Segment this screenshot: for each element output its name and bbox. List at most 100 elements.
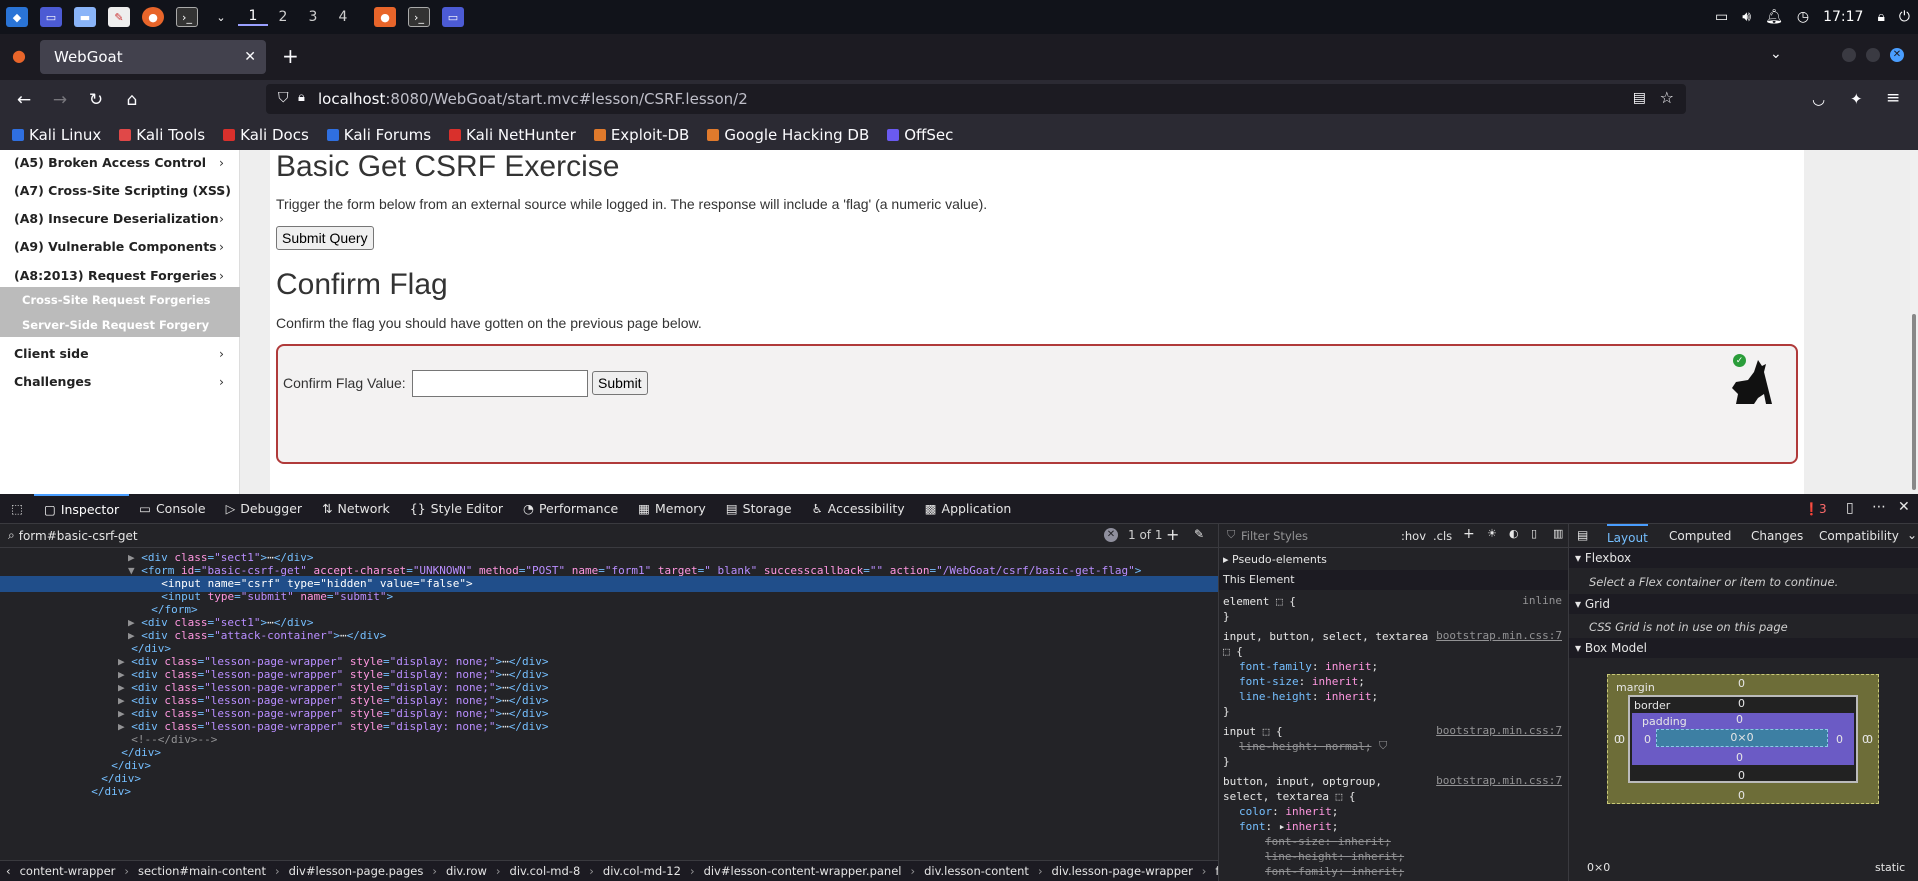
box-model-padding[interactable]: padding 0 0 0 0 0×0 — [1632, 713, 1854, 765]
tab-performance[interactable]: ◔ Performance — [513, 494, 628, 524]
url-bar[interactable]: ⛉ 🔒︎ localhost:8080/WebGoat/start.mvc#le… — [266, 84, 1686, 114]
power-icon[interactable]: ⏻ — [1899, 9, 1910, 25]
pick-element-icon[interactable]: ⬚ — [0, 494, 34, 524]
bookmark-item[interactable]: Kali Tools — [119, 126, 205, 144]
bookmark-item[interactable]: OffSec — [887, 126, 953, 144]
breadcrumb-item[interactable]: div.col-md-12 — [594, 864, 690, 878]
flag-value-input[interactable] — [412, 370, 588, 397]
menu-client-side[interactable]: Client side › — [0, 339, 240, 367]
firefox-view-icon[interactable]: ● — [12, 46, 26, 65]
list-tabs-icon[interactable]: ⌄ — [1770, 46, 1782, 62]
more-options-icon[interactable]: ⋯ — [1872, 499, 1886, 515]
close-tab-icon[interactable]: ✕ — [244, 49, 256, 65]
tab-storage[interactable]: ▤ Storage — [716, 494, 802, 524]
eyedropper-icon[interactable]: ✎ — [1194, 527, 1204, 541]
rule3-prop1[interactable]: color: inherit; — [1239, 804, 1338, 819]
minimize-icon[interactable] — [1842, 48, 1856, 62]
tab-changes[interactable]: Changes — [1751, 529, 1803, 543]
tab-network[interactable]: ⇅ Network — [312, 494, 400, 524]
bookmark-star-icon[interactable]: ☆ — [1660, 88, 1674, 107]
dock-icon[interactable]: ▯ — [1846, 500, 1854, 516]
workspace-3[interactable]: 3 — [298, 9, 328, 25]
tab-debugger[interactable]: ▷ Debugger — [216, 494, 313, 524]
rule1-prop1[interactable]: font-family: inherit; — [1239, 659, 1378, 674]
tab-computed[interactable]: Computed — [1669, 529, 1731, 543]
menu-a8[interactable]: (A8) Insecure Deserialization › — [0, 204, 240, 232]
workspace-1[interactable]: 1 — [238, 8, 268, 26]
text-editor-icon[interactable]: ✎ — [108, 7, 130, 27]
bookmark-item[interactable]: Kali NetHunter — [449, 126, 576, 144]
reload-icon[interactable]: ↻ — [78, 90, 114, 110]
box-model-content[interactable]: 0×0 — [1656, 729, 1828, 747]
reader-mode-icon[interactable]: ▤ — [1633, 90, 1646, 106]
desktop-icon[interactable]: ▭ — [40, 7, 62, 27]
rule1-source[interactable]: bootstrap.min.css:7 — [1436, 629, 1562, 642]
tab-layout[interactable]: Layout — [1607, 524, 1648, 548]
rule1-selector[interactable]: input, button, select, textarea — [1223, 629, 1428, 644]
hov-toggle[interactable]: :hov — [1401, 529, 1426, 543]
pseudo-elements-toggle[interactable]: ▸ Pseudo-elements — [1223, 552, 1327, 567]
display-icon[interactable]: ▭ — [1715, 9, 1728, 25]
submenu-csrf[interactable]: Cross-Site Request Forgeries — [0, 287, 240, 312]
rule3-selector-1[interactable]: button, input, optgroup, — [1223, 774, 1382, 789]
box-model-header[interactable]: ▾ Box Model — [1569, 638, 1918, 658]
breadcrumb-item[interactable]: div#lesson-content-wrapper.panel — [695, 864, 911, 878]
menu-a5[interactable]: (A5) Broken Access Control › — [0, 150, 240, 174]
file-manager-icon[interactable]: ▬ — [74, 7, 96, 27]
menu-a9[interactable]: (A9) Vulnerable Components › — [0, 232, 240, 260]
flexbox-header[interactable]: ▾ Flexbox — [1569, 548, 1918, 568]
breadcrumb-item[interactable]: content-wrapper — [11, 864, 125, 878]
add-node-icon[interactable]: + — [1166, 525, 1179, 544]
clear-search-icon[interactable]: ✕ — [1104, 528, 1118, 542]
tab-style-editor[interactable]: {} Style Editor — [400, 494, 513, 524]
maximize-icon[interactable] — [1866, 48, 1880, 62]
rule3-prop2[interactable]: font: ▸inherit; — [1239, 819, 1338, 834]
toggle-pane-icon[interactable]: ▤ — [1577, 528, 1588, 542]
hamburger-menu-icon[interactable]: ≡ — [1886, 88, 1900, 108]
lock-icon[interactable]: 🔒︎ — [1877, 9, 1884, 25]
cls-toggle[interactable]: .cls — [1433, 529, 1452, 543]
filter-styles-input[interactable]: Filter Styles — [1241, 529, 1308, 543]
chevron-down-icon[interactable]: ⌄ — [1907, 528, 1917, 542]
chevron-down-icon[interactable]: ⌄ — [210, 7, 232, 27]
notification-bell-icon[interactable]: 🔔︎ — [1765, 9, 1783, 25]
tab-webgoat[interactable]: WebGoat ✕ — [40, 40, 266, 74]
site-info-icon[interactable]: 🔒︎ — [298, 90, 305, 105]
tab-console[interactable]: ▭ Console — [129, 494, 215, 524]
tab-application[interactable]: ▩ Application — [915, 494, 1022, 524]
print-media-icon[interactable]: ▯ — [1531, 527, 1537, 540]
breadcrumb-item[interactable]: section#main-content — [129, 864, 275, 878]
tab-inspector[interactable]: ▢ Inspector — [34, 493, 130, 524]
clock-time[interactable]: 17:17 — [1823, 9, 1863, 25]
rule1-prop3[interactable]: line-height: inherit; — [1239, 689, 1378, 704]
menu-a7[interactable]: (A7) Cross-Site Scripting (XSS) › — [0, 176, 240, 204]
box-model-margin[interactable]: margin 0 0 0 0 border 0 0 0 0 padding 0 … — [1607, 674, 1879, 804]
error-count[interactable]: ❗3 — [1804, 502, 1827, 516]
rule2-source[interactable]: bootstrap.min.css:7 — [1436, 724, 1562, 737]
bookmark-item[interactable]: Kali Linux — [12, 126, 101, 144]
scrollbar-thumb[interactable] — [1912, 314, 1916, 490]
toggle-sidebar-icon[interactable]: ▥ — [1553, 527, 1563, 540]
tab-memory[interactable]: ▦ Memory — [628, 494, 716, 524]
rule2-prop[interactable]: line-height: normal; — [1239, 739, 1371, 754]
tab-accessibility[interactable]: ♿︎ Accessibility — [802, 494, 915, 524]
bookmark-item[interactable]: Kali Docs — [223, 126, 309, 144]
rule1-prop2[interactable]: font-size: inherit; — [1239, 674, 1365, 689]
close-devtools-icon[interactable]: ✕ — [1898, 499, 1910, 515]
light-mode-icon[interactable]: ☀ — [1487, 527, 1497, 540]
submit-button[interactable]: Submit — [592, 371, 648, 395]
filter-rule-icon[interactable]: ⛉ — [1379, 739, 1387, 753]
breadcrumb-item[interactable]: div.lesson-content — [915, 864, 1038, 878]
breadcrumb-item[interactable]: form#basic-csrf-get — [1206, 864, 1218, 878]
rule3-open[interactable]: select, textarea ⬚ { — [1223, 789, 1355, 804]
markup-search-input[interactable]: form#basic-csrf-get — [19, 529, 138, 543]
submit-query-button[interactable]: Submit Query — [276, 226, 374, 250]
rule2-open[interactable]: input ⬚ { — [1223, 724, 1283, 739]
dark-mode-icon[interactable]: ◐ — [1509, 527, 1519, 540]
pocket-icon[interactable]: ◡ — [1812, 90, 1825, 108]
tab-compatibility[interactable]: Compatibility — [1819, 529, 1899, 543]
new-tab-icon[interactable]: + — [282, 44, 299, 68]
terminal-icon[interactable]: ›_ — [176, 7, 198, 27]
markup-node[interactable]: </div> — [0, 784, 1218, 800]
home-icon[interactable]: ⌂ — [114, 90, 150, 110]
